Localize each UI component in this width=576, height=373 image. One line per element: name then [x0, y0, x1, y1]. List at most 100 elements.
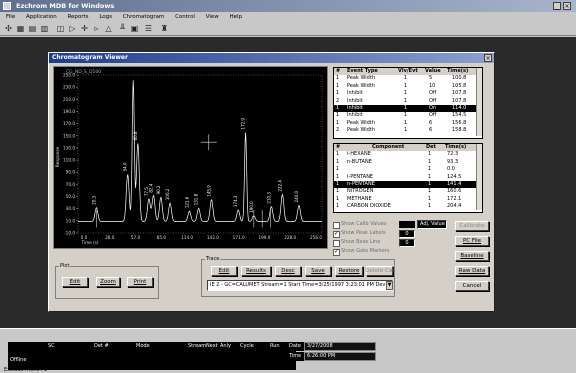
list-icon[interactable]: ☰ [144, 24, 153, 33]
adj-value-field[interactable]: Adj. Value [417, 220, 447, 229]
menu-help[interactable]: Help [230, 14, 243, 20]
event-cell: On [429, 105, 437, 111]
event-cell: 1 [404, 127, 408, 134]
component-row[interactable]: 1 i-HEXANE 1 72.3 [334, 151, 482, 158]
calendar-icon[interactable]: ▣ [130, 24, 139, 33]
events-col-valve: Vlv/Evt [398, 68, 418, 74]
events-scrollbar[interactable] [476, 68, 482, 136]
trace-results-button[interactable]: Results [241, 266, 271, 276]
component-cell: i-PENTANE [347, 173, 374, 180]
trace-edit-button[interactable]: Edit [211, 266, 237, 276]
event-cell: 1 [404, 119, 408, 126]
y-value-field[interactable]: 0 [399, 239, 415, 247]
right-icon[interactable]: ▹ [92, 24, 101, 33]
up-icon[interactable]: △ [104, 24, 113, 33]
play-icon[interactable]: ▷ [68, 24, 77, 33]
plot-zoom-button[interactable]: Zoom [96, 277, 120, 287]
grid-icon[interactable]: ▦ [16, 24, 25, 33]
stop-icon[interactable]: ◫ [56, 24, 65, 33]
event-row[interactable]: 1 Inhibit 1 Off 107.8 [334, 90, 482, 97]
dialog-title: Chromatogram Viewer [52, 54, 128, 61]
chevron-down-icon[interactable]: ▼ [386, 281, 393, 290]
close-icon[interactable]: × [563, 2, 571, 10]
trace-desc-button[interactable]: Desc [275, 266, 301, 276]
components-col-name: Component [372, 144, 405, 150]
component-row[interactable]: 1 METHANE 1 172.1 [334, 196, 482, 203]
menu-view[interactable]: View [206, 14, 219, 20]
menu-logs[interactable]: Logs [99, 14, 112, 20]
events-col-time: Time(s) [447, 68, 469, 74]
menu-application[interactable]: Application [26, 14, 57, 20]
menu-control[interactable]: Control [175, 14, 195, 20]
event-row[interactable]: 1 Peak Width 1 6 156.8 [334, 120, 482, 127]
show-gate-markers-checkbox[interactable]: ✓ [333, 248, 340, 256]
event-row[interactable]: 2 Peak Width 1 6 158.8 [334, 127, 482, 134]
peak-label: 20.3 [91, 195, 96, 204]
event-row[interactable]: 2 Inhibit 1 Off 107.8 [334, 98, 482, 105]
chromatogram-plot[interactable]: CG_ND_S_D100 250.0 230.0 210.0 190.0 170.0 150… [53, 66, 328, 249]
event-row[interactable]: 1 Inhibit 1 Off 154.5 [334, 112, 482, 119]
event-cell: 6 [429, 127, 433, 134]
trace-selector[interactable]: IE 2 - GC=CALUMET Stream=1 Start Time=3/… [207, 280, 393, 291]
components-col-num: # [336, 144, 341, 150]
event-cell: 1 [404, 82, 408, 89]
open-icon[interactable]: ▤ [28, 24, 37, 33]
status-col-header: Next [206, 343, 218, 349]
event-cell: 1 [404, 105, 408, 111]
event-cell: Off [429, 90, 437, 97]
y-tick-label: -10.0 [64, 231, 75, 236]
event-cell: Peak Width [347, 82, 375, 89]
show-peak-labels-label: Show Peak Labels [341, 230, 386, 236]
raw-data-button[interactable]: Raw Data [455, 266, 489, 276]
component-cell: 1 [336, 173, 340, 180]
show-calib-checkbox[interactable] [333, 222, 340, 229]
trace-save-button[interactable]: Save [305, 266, 331, 276]
trace-restore-button[interactable]: Restore [335, 266, 363, 276]
event-cell: 105.8 [452, 82, 467, 89]
ladder-icon[interactable]: ╨ [118, 24, 127, 33]
event-row[interactable]: 1 Inhibit 1 On 114.0 [334, 105, 482, 113]
pc-file-button[interactable]: PC File [455, 236, 489, 246]
component-row[interactable]: 1 n-PENTANE 1 141.4 [334, 181, 482, 189]
trace-delete-cal-button[interactable]: Delete Cal [365, 266, 394, 276]
chart-icon[interactable]: ▥ [40, 24, 49, 33]
peak-label: 60.8 [133, 131, 138, 140]
x-value-field[interactable]: 0 [399, 230, 415, 238]
component-row[interactable]: 1 CARBON DIOXIDE 1 204.4 [334, 203, 482, 210]
show-base-line-checkbox[interactable] [333, 240, 340, 247]
menu-chromatogram[interactable]: Chromatogram [123, 14, 165, 20]
component-row[interactable]: 1 1 0.0 [334, 166, 482, 173]
peak-label: 240.0 [294, 191, 299, 203]
component-cell: 1 [428, 173, 432, 180]
components-scrollbar[interactable] [476, 144, 482, 210]
component-cell: 93.3 [447, 158, 459, 165]
component-row[interactable]: 1 i-PENTANE 1 124.5 [334, 174, 482, 181]
menu-reports[interactable]: Reports [67, 14, 88, 20]
peak-label: 145.9 [207, 185, 212, 197]
calibrate-button[interactable]: Calibrate [455, 221, 489, 231]
component-row[interactable]: 1 n-BUTANE 1 93.3 [334, 159, 482, 166]
events-table[interactable]: # Event Type Vlv/Evt Value Time(s) 1 Peak… [333, 67, 483, 139]
show-peak-labels-checkbox[interactable]: ✓ [333, 230, 340, 238]
pin-icon[interactable]: ♜ [160, 24, 169, 33]
cancel-button[interactable]: Cancel [455, 281, 489, 291]
status-bar: SC Det # Mode Stream Next Anly Cycle Run Offlin… [0, 328, 576, 373]
component-row[interactable]: 1 NITROGEN 1 160.6 [334, 188, 482, 195]
chromatogram-chart[interactable]: CG_ND_S_D100250.0230.0210.0190.0170.0150… [54, 67, 329, 250]
components-table[interactable]: # Component Det Time(s) 1 i-HEXANE 1 72.3 1 n… [333, 143, 483, 213]
show-gate-markers-label: Show Gate Markers [341, 248, 390, 254]
minimize-icon[interactable]: _ [553, 2, 561, 10]
x-tick-label: 171.0 [233, 235, 245, 240]
cross-icon[interactable]: ✛ [80, 24, 89, 33]
component-cell: 1 [428, 181, 432, 187]
x-tick-label: 199.0 [258, 235, 270, 240]
arrows-icon[interactable]: ✣ [4, 24, 13, 33]
dialog-close-icon[interactable]: × [484, 54, 492, 62]
baseline-button[interactable]: Baseline [455, 251, 489, 261]
plot-print-button[interactable]: Print [127, 277, 153, 287]
menu-file[interactable]: File [6, 14, 15, 20]
event-row[interactable]: 1 Peak Width 1 5 100.8 [334, 75, 482, 82]
status-col-header: Anly [220, 343, 231, 349]
plot-edit-button[interactable]: Edit [62, 277, 88, 287]
event-row[interactable]: 1 Peak Width 1 10 105.8 [334, 83, 482, 90]
